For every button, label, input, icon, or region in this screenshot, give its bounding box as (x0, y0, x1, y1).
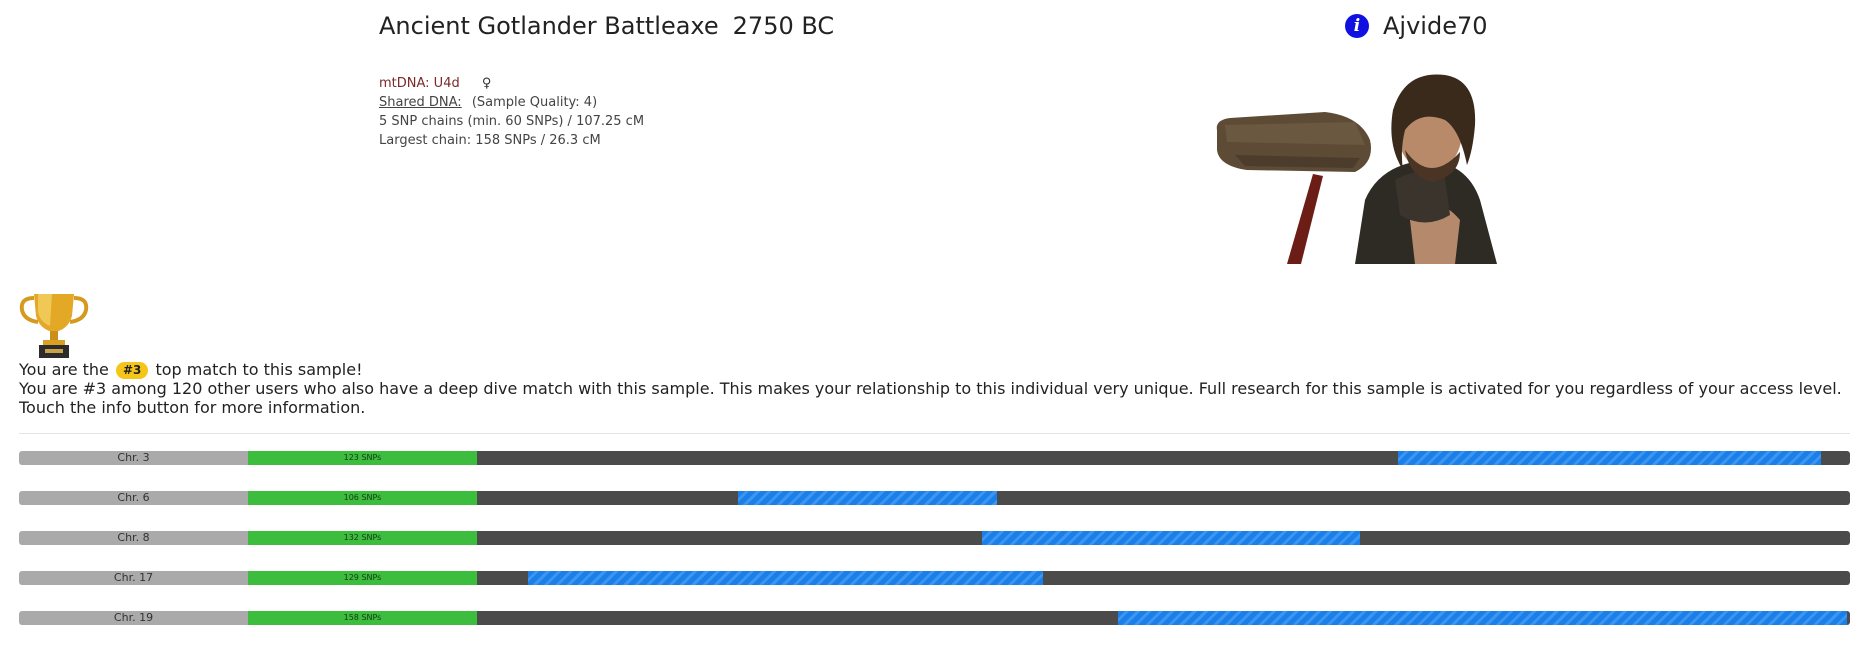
chromosome-label: Chr. 6 (19, 491, 248, 505)
match-headline-post: top match to this sample! (155, 360, 363, 379)
chains-summary: 5 SNP chains (min. 60 SNPs) / 107.25 cM (379, 114, 645, 129)
shared-segment[interactable] (737, 491, 998, 505)
chromosome-label: Chr. 3 (19, 451, 248, 465)
mtdna-line: mtDNA: U4d ♀ (379, 74, 644, 93)
chromosome-track (477, 451, 1850, 465)
username: Ajvide70 (1383, 12, 1488, 40)
snp-count: 129 SNPs (248, 571, 477, 585)
chromosome-track (477, 491, 1850, 505)
match-headline: You are the #3 top match to this sample! (19, 360, 1864, 379)
sample-year: 2750 BC (732, 12, 835, 40)
match-info-hint: Touch the info button for more informati… (19, 398, 366, 417)
shared-segment[interactable] (1398, 451, 1822, 465)
snp-count: 158 SNPs (248, 611, 477, 625)
chromosome-label: Chr. 17 (19, 571, 248, 585)
chromosome-label: Chr. 19 (19, 611, 248, 625)
trophy-icon (19, 294, 89, 358)
snp-count: 132 SNPs (248, 531, 477, 545)
chromosome-row[interactable]: Chr. 6 106 SNPs (19, 491, 1850, 505)
snp-count: 106 SNPs (248, 491, 477, 505)
chromosome-label: Chr. 8 (19, 531, 248, 545)
chromosome-row[interactable]: Chr. 17 129 SNPs (19, 571, 1850, 585)
female-icon: ♀ (481, 76, 492, 91)
info-icon[interactable]: i (1345, 14, 1369, 38)
divider (19, 433, 1850, 434)
chromosome-track (477, 571, 1850, 585)
chromosome-row[interactable]: Chr. 3 123 SNPs (19, 451, 1850, 465)
chromosome-track (477, 611, 1850, 625)
shared-segment[interactable] (527, 571, 1043, 585)
chromosome-row[interactable]: Chr. 19 158 SNPs (19, 611, 1850, 625)
user-header: i Ajvide70 (1345, 12, 1488, 40)
rank-badge: #3 (115, 362, 149, 379)
sample-portrait-image (1216, 74, 1497, 264)
chromosome-row[interactable]: Chr. 8 132 SNPs (19, 531, 1850, 545)
match-detail: You are #3 among 120 other users who als… (19, 379, 1842, 398)
sample-quality: (Sample Quality: 4) (471, 95, 598, 110)
shared-dna-link[interactable]: Shared DNA: (379, 95, 462, 110)
match-headline-pre: You are the (19, 360, 109, 379)
largest-chain: Largest chain: 158 SNPs / 26.3 cM (379, 133, 601, 148)
shared-segment[interactable] (1118, 611, 1848, 625)
chromosome-track (477, 531, 1850, 545)
sample-title: Ancient Gotlander Battleaxe 2750 BC (379, 12, 834, 40)
shared-segment[interactable] (982, 531, 1360, 545)
snp-count: 123 SNPs (248, 451, 477, 465)
shared-dna-line: Shared DNA: (Sample Quality: 4) (379, 93, 644, 112)
sample-name: Ancient Gotlander Battleaxe (379, 12, 719, 40)
match-message: You are the #3 top match to this sample!… (19, 360, 1864, 417)
mtdna-haplogroup: mtDNA: U4d (379, 76, 460, 91)
sample-meta: mtDNA: U4d ♀ Shared DNA: (Sample Quality… (379, 74, 644, 150)
